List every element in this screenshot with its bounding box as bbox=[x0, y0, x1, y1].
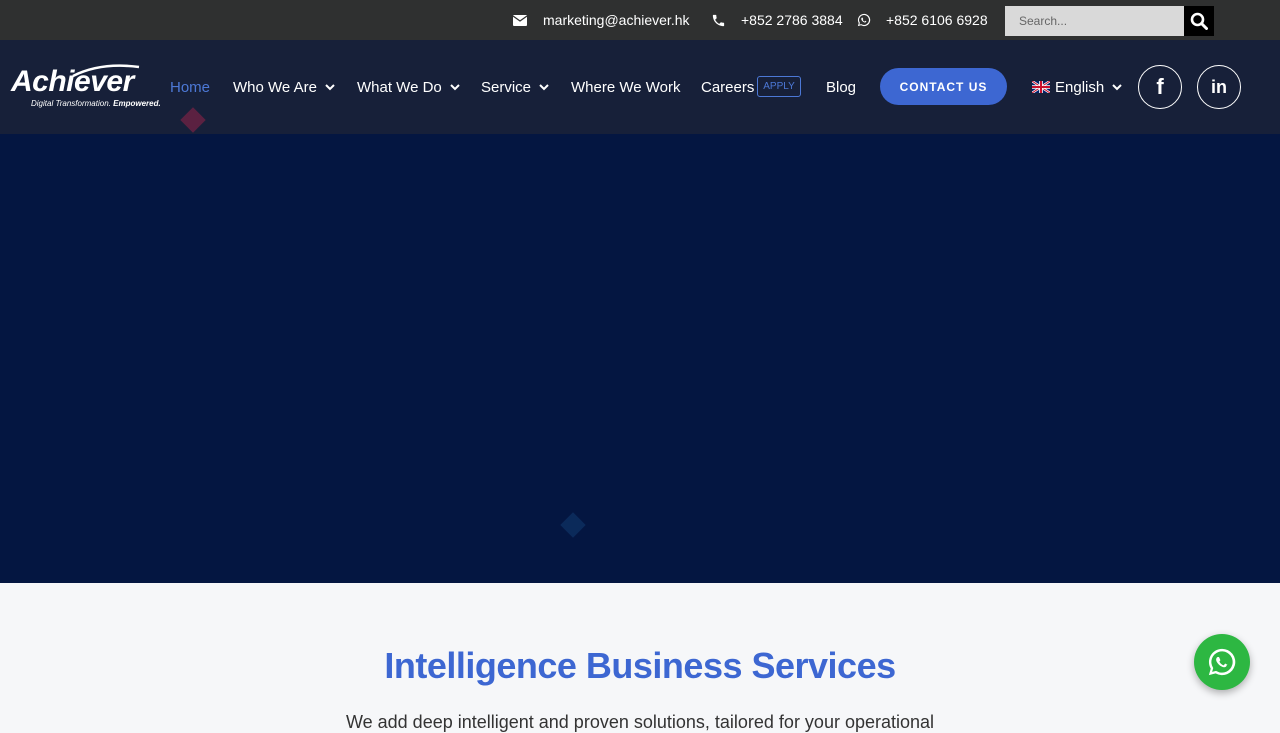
logo-tagline-bold: Empowered. bbox=[113, 99, 161, 108]
nav-where-we-work-label: Where We Work bbox=[571, 78, 681, 96]
apply-badge[interactable]: APPLY bbox=[757, 76, 801, 97]
whatsapp-link[interactable]: +852 6106 6928 bbox=[857, 0, 988, 40]
email-link[interactable]: marketing@achiever.hk bbox=[513, 0, 690, 40]
section-subtitle: We add deep intelligent and proven solut… bbox=[345, 712, 935, 732]
nav-home-label: Home bbox=[170, 78, 211, 96]
hero-banner bbox=[0, 134, 1280, 583]
phone-icon bbox=[712, 14, 725, 26]
chevron-down-icon bbox=[450, 83, 460, 90]
nav-what-we-do[interactable]: What We Do bbox=[357, 75, 460, 99]
nav-home[interactable]: Home bbox=[170, 75, 210, 99]
uk-flag-icon bbox=[1032, 81, 1050, 93]
whatsapp-icon bbox=[857, 13, 871, 27]
achiever-logo[interactable]: Achiever Digital Transformation. Empower… bbox=[11, 62, 166, 112]
nav-careers[interactable]: Careers bbox=[701, 75, 754, 99]
chevron-down-icon bbox=[539, 83, 549, 90]
nav-what-we-do-label: What We Do bbox=[357, 78, 442, 96]
nav-where-we-work[interactable]: Where We Work bbox=[571, 75, 680, 99]
whatsapp-number: +852 6106 6928 bbox=[886, 12, 988, 28]
phone-link[interactable]: +852 2786 3884 bbox=[711, 0, 843, 40]
section-title: Intelligence Business Services bbox=[384, 645, 896, 686]
nav-blog-label: Blog bbox=[826, 78, 857, 96]
facebook-button[interactable]: f bbox=[1138, 65, 1182, 109]
nav-service[interactable]: Service bbox=[481, 75, 549, 99]
search-icon bbox=[1190, 12, 1208, 30]
linkedin-button[interactable]: in bbox=[1197, 65, 1241, 109]
contact-us-button[interactable]: CONTACT US bbox=[880, 68, 1007, 105]
chevron-down-icon bbox=[1112, 83, 1122, 90]
nav-blog[interactable]: Blog bbox=[826, 75, 856, 99]
search-button[interactable] bbox=[1184, 6, 1214, 36]
logo-tagline: Digital Transformation. Empowered. bbox=[31, 99, 161, 108]
whatsapp-icon bbox=[1208, 648, 1236, 676]
nav-who-we-are[interactable]: Who We Are bbox=[233, 75, 335, 99]
nav-careers-label: Careers bbox=[701, 78, 755, 96]
facebook-icon: f bbox=[1156, 74, 1164, 99]
email-text: marketing@achiever.hk bbox=[543, 12, 690, 28]
whatsapp-chat-button[interactable] bbox=[1194, 634, 1250, 690]
nav-who-we-are-label: Who We Are bbox=[233, 78, 317, 96]
nav-service-label: Service bbox=[481, 78, 532, 96]
search-input[interactable] bbox=[1005, 6, 1185, 36]
linkedin-icon: in bbox=[1211, 76, 1227, 97]
logo-wordmark: Achiever bbox=[11, 65, 134, 98]
language-selector[interactable]: English bbox=[1032, 75, 1122, 99]
phone-text: +852 2786 3884 bbox=[741, 12, 843, 28]
language-label: English bbox=[1055, 78, 1105, 96]
envelope-icon bbox=[513, 14, 527, 26]
chevron-down-icon bbox=[325, 83, 335, 90]
logo-tagline-italic: Digital Transformation. bbox=[31, 99, 111, 108]
